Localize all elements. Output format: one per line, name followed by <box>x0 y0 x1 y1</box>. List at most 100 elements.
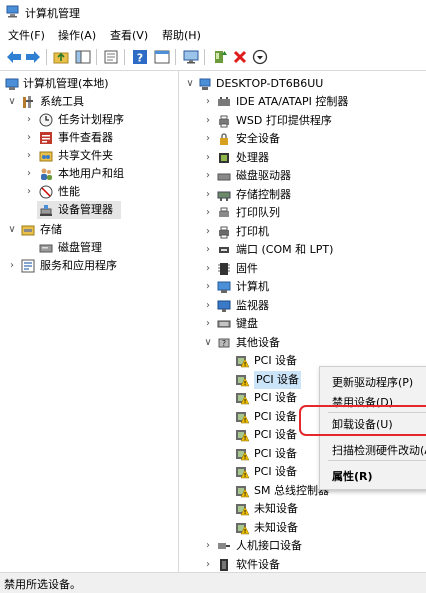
menu-help[interactable]: 帮助(H) <box>162 27 201 43</box>
tree-item-system-tools[interactable]: ∨ 系统工具 <box>0 93 178 111</box>
device-category[interactable]: › 软件设备 <box>179 556 426 573</box>
device-category[interactable]: › 存储控制器 <box>179 186 426 204</box>
properties-icon[interactable] <box>102 48 120 66</box>
chevron-right-icon[interactable]: › <box>7 257 17 275</box>
chevron-right-icon[interactable]: › <box>203 112 213 130</box>
device-label: PCI 设备 <box>254 446 298 460</box>
printer-provider-icon <box>219 115 229 127</box>
disable-icon[interactable] <box>251 48 269 66</box>
tree-item-shared-folders[interactable]: › 共享文件夹 <box>0 147 178 165</box>
menu-item-update-driver[interactable]: 更新驱动程序(P) <box>332 374 413 390</box>
chevron-right-icon[interactable]: › <box>24 165 34 183</box>
device-label: 处理器 <box>236 150 269 164</box>
chevron-right-icon[interactable]: › <box>203 278 213 296</box>
chevron-right-icon[interactable]: › <box>24 111 34 129</box>
print-queue-icon <box>219 207 229 217</box>
firmware-icon <box>218 262 230 275</box>
tree-item-disk-management[interactable]: 磁盘管理 <box>0 239 178 257</box>
chevron-right-icon[interactable]: › <box>203 297 213 315</box>
chevron-right-icon[interactable]: › <box>203 204 213 222</box>
tree-item-device-manager[interactable]: 设备管理器 <box>37 201 121 219</box>
update-driver-icon[interactable] <box>211 48 229 66</box>
device-category[interactable]: › 固件 <box>179 260 426 278</box>
tree-root[interactable]: 计算机管理(本地) <box>0 75 178 93</box>
chevron-right-icon[interactable]: › <box>203 223 213 241</box>
device-category[interactable]: › 计算机 <box>179 278 426 296</box>
tree-item-event-viewer[interactable]: › 事件查看器 <box>0 129 178 147</box>
device-category[interactable]: › 人机接口设备 <box>179 537 426 555</box>
device-warning-icon <box>236 485 249 497</box>
tree-item-label: 磁盘管理 <box>58 241 102 254</box>
port-icon <box>219 247 229 253</box>
chevron-right-icon[interactable]: › <box>203 556 213 573</box>
chevron-right-icon[interactable]: › <box>24 147 34 165</box>
menu-separator <box>328 460 426 461</box>
device-category[interactable]: › 安全设备 <box>179 130 426 148</box>
console-tree: 计算机管理(本地) ∨ 系统工具 › 任务计划程序 › 事件查看器 › 共享文件… <box>0 71 179 572</box>
tree-item-label: 本地用户和组 <box>58 167 124 180</box>
chevron-down-icon[interactable]: ∨ <box>7 93 17 111</box>
tree-item-services[interactable]: › 服务和应用程序 <box>0 257 178 275</box>
device-category[interactable]: › 打印机 <box>179 223 426 241</box>
back-icon[interactable] <box>5 48 23 66</box>
chevron-down-icon[interactable]: ∨ <box>7 221 17 239</box>
help-icon[interactable]: ? <box>131 48 149 66</box>
users-icon <box>41 168 52 180</box>
tree-item-storage[interactable]: ∨ 存储 <box>0 221 178 239</box>
chevron-right-icon[interactable]: › <box>24 183 34 201</box>
device-category[interactable]: › 磁盘驱动器 <box>179 167 426 185</box>
tree-item-task-scheduler[interactable]: › 任务计划程序 <box>0 111 178 129</box>
chevron-right-icon[interactable]: › <box>203 537 213 555</box>
device-category[interactable]: › 处理器 <box>179 149 426 167</box>
chevron-right-icon[interactable]: › <box>203 130 213 148</box>
tree-item-label: 共享文件夹 <box>58 149 113 162</box>
device-tree: ∨ DESKTOP-DT6B6UU › IDE ATA/ATAPI 控制器 › WSD… <box>179 71 426 572</box>
menu-item-scan-hardware[interactable]: 扫描检测硬件改动(A) <box>332 442 426 458</box>
menu-item-properties[interactable]: 属性(R) <box>332 468 373 484</box>
uninstall-icon[interactable] <box>231 48 249 66</box>
device-warning-icon <box>236 430 249 442</box>
chevron-right-icon[interactable]: › <box>24 129 34 147</box>
forward-icon[interactable] <box>24 48 42 66</box>
chevron-right-icon[interactable]: › <box>203 167 213 185</box>
device-label: 端口 (COM 和 LPT) <box>236 243 334 256</box>
status-text: 禁用所选设备。 <box>4 578 81 591</box>
highlight-box <box>299 405 426 436</box>
device-label: 计算机 <box>236 280 269 293</box>
up-folder-icon[interactable] <box>52 48 70 66</box>
tree-item-local-users[interactable]: › 本地用户和组 <box>0 165 178 183</box>
toolbar: ? <box>0 44 426 71</box>
chevron-down-icon[interactable]: ∨ <box>203 334 213 352</box>
tree-item-performance[interactable]: › 性能 <box>0 183 178 201</box>
menu-file[interactable]: 文件(F) <box>8 27 45 43</box>
chevron-right-icon[interactable]: › <box>203 93 213 111</box>
device-category-other[interactable]: ∨? 其他设备 <box>179 334 426 352</box>
device-label: PCI 设备 <box>254 428 298 441</box>
device-category[interactable]: › IDE ATA/ATAPI 控制器 <box>179 93 426 111</box>
device-category[interactable]: › 监视器 <box>179 297 426 315</box>
chevron-right-icon[interactable]: › <box>203 241 213 259</box>
device-category[interactable]: › WSD 打印提供程序 <box>179 112 426 130</box>
device-item[interactable]: 未知设备 <box>179 519 426 537</box>
svg-text:?: ? <box>222 339 226 348</box>
processor-icon <box>219 152 229 163</box>
menu-action[interactable]: 操作(A) <box>58 27 96 43</box>
device-category[interactable]: › 键盘 <box>179 315 426 333</box>
chevron-down-icon[interactable]: ∨ <box>185 75 195 93</box>
chevron-right-icon[interactable]: › <box>203 260 213 278</box>
menu-view[interactable]: 查看(V) <box>110 27 148 43</box>
device-root[interactable]: ∨ DESKTOP-DT6B6UU <box>179 75 426 93</box>
chevron-right-icon[interactable]: › <box>203 315 213 333</box>
device-label: 打印队列 <box>236 206 280 219</box>
monitor-icon[interactable] <box>182 48 200 66</box>
computer-management-icon <box>6 5 19 18</box>
view-icon[interactable] <box>153 48 171 66</box>
show-hide-tree-icon[interactable] <box>74 48 92 66</box>
keyboard-icon <box>217 320 231 328</box>
device-category[interactable]: › 打印队列 <box>179 204 426 222</box>
clock-icon <box>39 113 53 127</box>
chevron-right-icon[interactable]: › <box>203 149 213 167</box>
device-item[interactable]: 未知设备 <box>179 500 426 518</box>
chevron-right-icon[interactable]: › <box>203 186 213 204</box>
device-category[interactable]: › 端口 (COM 和 LPT) <box>179 241 426 259</box>
